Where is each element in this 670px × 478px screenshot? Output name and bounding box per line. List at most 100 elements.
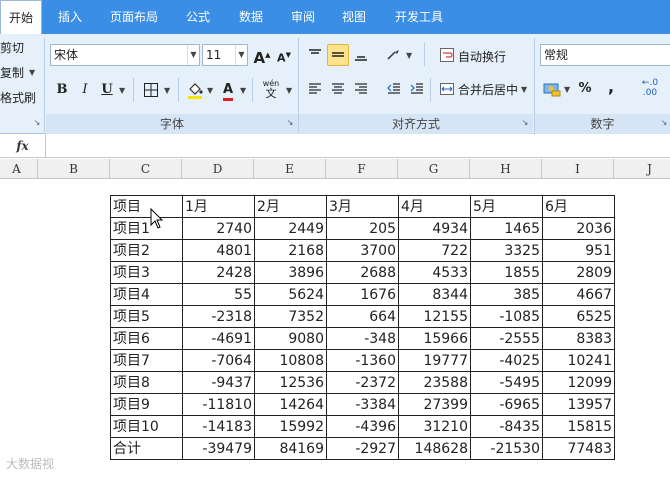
table-cell[interactable]: 27399	[398, 393, 471, 416]
phonetic-dropdown-icon[interactable]: ▼	[286, 86, 292, 95]
table-cell[interactable]: 5624	[254, 283, 327, 306]
table-cell[interactable]: 2809	[542, 261, 615, 284]
table-cell[interactable]: 4934	[398, 217, 471, 240]
table-cell[interactable]: 3325	[470, 239, 543, 262]
column-header-d[interactable]: D	[182, 159, 254, 179]
table-cell[interactable]: 2740	[182, 217, 255, 240]
chevron-down-icon[interactable]: ▼	[187, 45, 199, 65]
font-color-dropdown-icon[interactable]: ▼	[240, 86, 246, 95]
total-label-cell[interactable]: 合计	[110, 437, 183, 460]
table-cell[interactable]: 2428	[182, 261, 255, 284]
table-cell[interactable]: 4533	[398, 261, 471, 284]
table-cell[interactable]: 4801	[182, 239, 255, 262]
shrink-font-button[interactable]: A▼	[273, 44, 295, 66]
merge-center-icon[interactable]	[436, 78, 458, 100]
alignment-launcher-icon[interactable]: ↘	[520, 118, 530, 128]
table-cell[interactable]: 23588	[398, 371, 471, 394]
table-header-cell[interactable]: 3月	[326, 195, 399, 218]
decrease-indent-button[interactable]	[383, 78, 405, 100]
table-cell[interactable]: 2688	[326, 261, 399, 284]
table-header-cell[interactable]: 1月	[182, 195, 255, 218]
column-header-c[interactable]: C	[110, 159, 182, 179]
table-cell[interactable]: 205	[326, 217, 399, 240]
font-size-combo[interactable]: 11 ▼	[202, 44, 248, 66]
borders-button[interactable]	[140, 79, 162, 101]
table-cell[interactable]: 1855	[470, 261, 543, 284]
table-cell[interactable]: 31210	[398, 415, 471, 438]
row-label-cell[interactable]: 项目7	[110, 349, 183, 372]
tab-home[interactable]: 开始	[0, 0, 42, 35]
total-cell[interactable]: 84169	[254, 437, 327, 460]
table-cell[interactable]: 10241	[542, 349, 615, 372]
table-cell[interactable]: 6525	[542, 305, 615, 328]
column-header-f[interactable]: F	[326, 159, 398, 179]
table-cell[interactable]: -1360	[326, 349, 399, 372]
table-cell[interactable]: -4396	[326, 415, 399, 438]
table-cell[interactable]: 12099	[542, 371, 615, 394]
column-header-a[interactable]: A	[0, 159, 38, 179]
table-cell[interactable]: 9080	[254, 327, 327, 350]
row-label-cell[interactable]: 项目5	[110, 305, 183, 328]
table-cell[interactable]: 8344	[398, 283, 471, 306]
table-cell[interactable]: -348	[326, 327, 399, 350]
bold-button[interactable]: B	[51, 79, 73, 101]
borders-dropdown-icon[interactable]: ▼	[164, 86, 170, 95]
column-header-j[interactable]: J	[614, 159, 670, 179]
table-cell[interactable]: -8435	[470, 415, 543, 438]
table-cell[interactable]: 4667	[542, 283, 615, 306]
table-header-cell[interactable]: 2月	[254, 195, 327, 218]
number-format-combo[interactable]: 常规	[540, 44, 670, 66]
table-cell[interactable]: 1676	[326, 283, 399, 306]
merge-dropdown-icon[interactable]: ▼	[521, 85, 527, 94]
align-bottom-button[interactable]	[350, 44, 372, 66]
align-middle-button[interactable]	[327, 44, 349, 66]
percent-button[interactable]: %	[574, 78, 596, 100]
fill-color-dropdown-icon[interactable]: ▼	[207, 86, 213, 95]
row-label-cell[interactable]: 项目1	[110, 217, 183, 240]
worksheet-grid[interactable]: 项目 1月 2月 3月 4月 5月 6月 项目1 2740 2449 205 4934 1465 2036…	[0, 180, 670, 478]
insert-function-button[interactable]: fx	[0, 135, 46, 157]
table-header-cell[interactable]: 项目	[110, 195, 183, 218]
copy-button[interactable]: 复制	[0, 64, 24, 81]
table-cell[interactable]: 55	[182, 283, 255, 306]
table-header-cell[interactable]: 6月	[542, 195, 615, 218]
column-header-h[interactable]: H	[470, 159, 542, 179]
row-label-cell[interactable]: 项目2	[110, 239, 183, 262]
underline-dropdown-icon[interactable]: ▼	[119, 86, 125, 95]
formula-input[interactable]	[47, 135, 670, 157]
font-name-combo[interactable]: 宋体 ▼	[50, 44, 200, 66]
table-cell[interactable]: -3384	[326, 393, 399, 416]
merge-center-button[interactable]: 合并后居中	[458, 81, 518, 98]
cut-button[interactable]: 剪切	[0, 39, 24, 56]
table-header-cell[interactable]: 5月	[470, 195, 543, 218]
phonetic-guide-button[interactable]: wén 文	[259, 79, 283, 101]
table-cell[interactable]: 8383	[542, 327, 615, 350]
column-header-i[interactable]: I	[542, 159, 614, 179]
table-cell[interactable]: 15966	[398, 327, 471, 350]
table-cell[interactable]: 19777	[398, 349, 471, 372]
table-cell[interactable]: -9437	[182, 371, 255, 394]
tab-developer[interactable]: 开发工具	[384, 0, 454, 34]
table-cell[interactable]: -2555	[470, 327, 543, 350]
table-cell[interactable]: -1085	[470, 305, 543, 328]
table-cell[interactable]: 14264	[254, 393, 327, 416]
row-label-cell[interactable]: 项目4	[110, 283, 183, 306]
table-cell[interactable]: 951	[542, 239, 615, 262]
table-cell[interactable]: 12536	[254, 371, 327, 394]
table-cell[interactable]: 3700	[326, 239, 399, 262]
align-right-button[interactable]	[350, 78, 372, 100]
align-left-button[interactable]	[304, 78, 326, 100]
table-cell[interactable]: 722	[398, 239, 471, 262]
copy-dropdown-icon[interactable]: ▼	[29, 68, 35, 77]
table-cell[interactable]: 2449	[254, 217, 327, 240]
grow-font-button[interactable]: A▲	[251, 44, 273, 67]
table-cell[interactable]: -6965	[470, 393, 543, 416]
tab-review[interactable]: 审阅	[282, 0, 324, 34]
column-header-e[interactable]: E	[254, 159, 326, 179]
tab-formulas[interactable]: 公式	[176, 0, 220, 34]
total-cell[interactable]: 77483	[542, 437, 615, 460]
tab-data[interactable]: 数据	[228, 0, 274, 34]
align-center-button[interactable]	[327, 78, 349, 100]
row-label-cell[interactable]: 项目8	[110, 371, 183, 394]
table-cell[interactable]: -2372	[326, 371, 399, 394]
